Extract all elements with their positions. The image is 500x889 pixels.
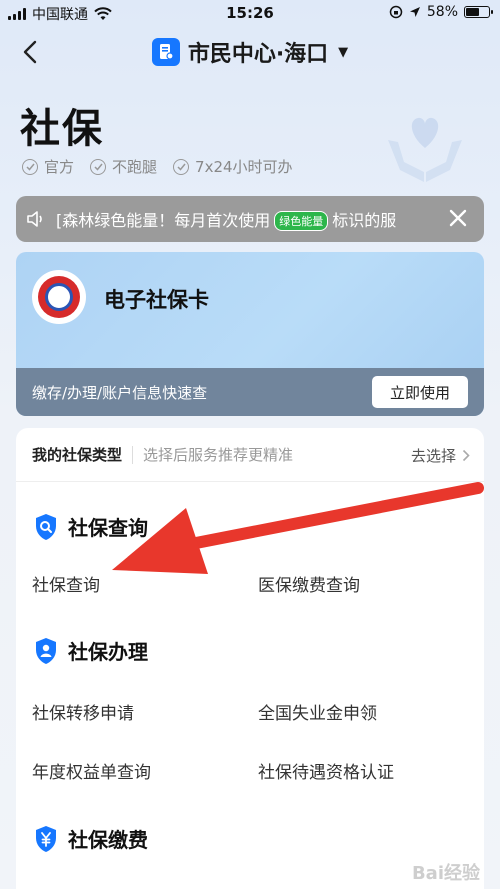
heart-hands-icon <box>388 117 462 182</box>
status-right: 58% <box>389 4 493 20</box>
check-circle-icon <box>90 158 107 175</box>
nav-bar: 市民中心·海口 ▼ <box>0 30 500 74</box>
service-eligibility-certification[interactable]: 社保待遇资格认证 <box>258 758 394 783</box>
notice-text-part: [森林绿色能量！每月首次使用 <box>56 210 271 230</box>
section-header-handling: 社保办理 <box>34 636 148 665</box>
tag-label: 官方 <box>44 158 75 176</box>
check-circle-icon <box>22 158 38 175</box>
social-security-logo-icon <box>32 270 86 324</box>
section-title: 社保查询 <box>68 516 148 540</box>
citizen-center-logo-icon <box>151 38 180 66</box>
use-now-button[interactable]: 立即使用 <box>372 376 468 408</box>
service-social-security-query[interactable]: 社保查询 <box>32 571 100 596</box>
user-shield-icon <box>36 637 56 664</box>
search-shield-icon <box>36 513 56 540</box>
social-security-type-row[interactable]: 我的社保类型 选择后服务推荐更精准 去选择 <box>16 428 484 482</box>
card-footer: 缴存/办理/账户信息快速查 立即使用 <box>16 368 484 416</box>
type-label: 我的社保类型 <box>32 446 123 464</box>
close-icon[interactable] <box>446 206 470 230</box>
service-unemployment-benefit[interactable]: 全国失业金申领 <box>258 699 377 724</box>
tag-no-errand: 不跑腿 <box>90 156 157 177</box>
tag-label: 7x24小时可办 <box>195 158 293 176</box>
select-type-label: 去选择 <box>410 447 456 465</box>
chevron-right-icon <box>462 449 470 462</box>
page-title: 社保 <box>20 106 104 152</box>
location-icon <box>409 7 420 17</box>
select-type-button[interactable]: 去选择 <box>411 445 470 466</box>
battery-percent: 58% <box>426 4 458 20</box>
service-tags: 官方 不跑腿 7x24小时可办 <box>22 156 293 177</box>
yuan-shield-icon <box>36 825 56 852</box>
type-hint: 选择后服务推荐更精准 <box>143 446 294 464</box>
notice-text: [森林绿色能量！每月首次使用 绿色能量 标识的服 <box>56 207 436 232</box>
city-selector[interactable]: 市民中心·海口 ▼ <box>0 36 500 68</box>
tag-official: 官方 <box>22 156 74 177</box>
service-transfer-application[interactable]: 社保转移申请 <box>32 699 134 724</box>
watermark: Bai经验 <box>411 863 480 884</box>
battery-icon <box>464 6 493 18</box>
green-energy-badge: 绿色能量 <box>274 211 329 232</box>
section-header-payment: 社保缴费 <box>34 824 148 853</box>
section-title: 社保办理 <box>68 640 148 664</box>
caret-down-icon: ▼ <box>338 44 349 60</box>
tag-24h: 7x24小时可办 <box>173 156 293 177</box>
card-title: 电子社保卡 <box>104 288 209 312</box>
check-circle-icon <box>173 158 190 175</box>
notice-bar[interactable]: [森林绿色能量！每月首次使用 绿色能量 标识的服 <box>16 196 484 242</box>
service-annual-statement[interactable]: 年度权益单查询 <box>32 758 151 783</box>
card-subtitle: 缴存/办理/账户信息快速查 <box>32 383 208 402</box>
rotation-lock-icon <box>389 5 403 19</box>
tag-label: 不跑腿 <box>112 158 158 176</box>
service-panel: 我的社保类型 选择后服务推荐更精准 去选择 社保查询 社保查询 医保缴费查询 社… <box>16 428 484 889</box>
service-medical-payment-query[interactable]: 医保缴费查询 <box>258 571 360 596</box>
section-title: 社保缴费 <box>68 828 148 852</box>
e-social-security-card[interactable]: 电子社保卡 缴存/办理/账户信息快速查 立即使用 <box>16 252 484 416</box>
section-header-query: 社保查询 <box>34 512 148 541</box>
divider <box>132 445 134 464</box>
battery-fill <box>466 8 479 16</box>
nav-title: 市民中心·海口 <box>187 42 329 67</box>
speaker-icon <box>27 211 42 227</box>
notice-text-part: 标识的服 <box>332 210 397 230</box>
status-bar: 中国联通 15:26 58% <box>0 0 500 26</box>
